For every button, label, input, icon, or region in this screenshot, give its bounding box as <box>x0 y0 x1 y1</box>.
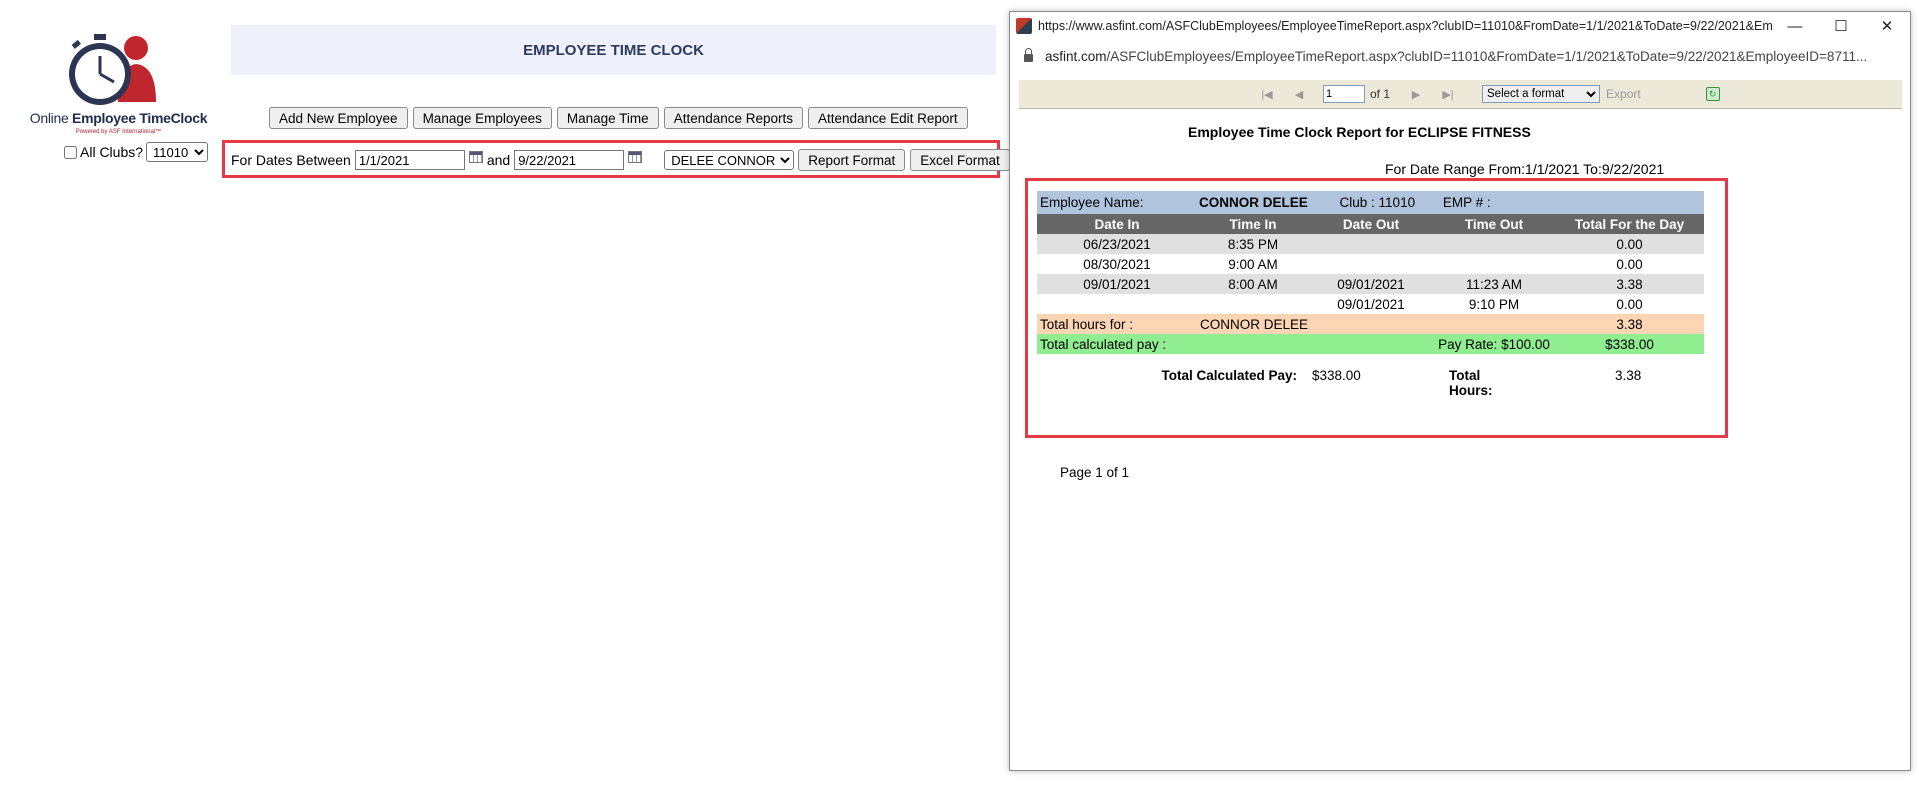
report-date-range: For Date Range From:1/1/2021 To:9/22/202… <box>1385 161 1665 177</box>
grand-hours-label: Total Hours: <box>1449 368 1493 398</box>
last-page-icon[interactable]: ▶| <box>1440 88 1456 101</box>
manage-time-button[interactable]: Manage Time <box>556 107 659 129</box>
col-time-in: Time In <box>1229 216 1277 232</box>
address-url: asfint.com/ASFClubEmployees/EmployeeTime… <box>1045 48 1868 64</box>
club-number: Club : 11010 <box>1339 195 1416 210</box>
logo-tagline: Powered by ASF International™ <box>75 129 162 135</box>
grand-pay-label: Total Calculated Pay: <box>1161 368 1297 383</box>
first-page-icon[interactable]: |◀ <box>1259 88 1275 101</box>
table-row: 09/01/2021 9:10 PM 0.00 <box>1037 294 1704 314</box>
employee-header-row: Employee Name: CONNOR DELEE Club : 11010… <box>1037 191 1704 214</box>
table-row: 06/23/2021 8:35 PM 0.00 <box>1037 234 1704 254</box>
table-header-row: Date In Time In Date Out Time Out Total … <box>1037 214 1704 234</box>
page-title: EMPLOYEE TIME CLOCK <box>231 25 996 75</box>
page-indicator: Page 1 of 1 <box>1060 465 1130 480</box>
table-row: 09/01/2021 8:00 AM 09/01/2021 11:23 AM 3… <box>1037 274 1704 294</box>
all-clubs-label: All Clubs? <box>80 144 144 160</box>
page-count: of 1 <box>1370 87 1391 101</box>
next-page-icon[interactable]: ▶ <box>1408 88 1424 101</box>
date-filter-row: For Dates Between and DELEE CONNOR Repor… <box>231 149 1010 171</box>
employee-name-label: Employee Name: <box>1040 195 1144 210</box>
calendar-icon[interactable] <box>468 151 483 163</box>
col-total-for-day: Total For the Day <box>1574 216 1685 232</box>
and-label: and <box>486 152 511 168</box>
table-row: 08/30/2021 9:00 AM 0.00 <box>1037 254 1704 274</box>
total-hours-row: Total hours for : CONNOR DELEE 3.38 <box>1037 314 1704 334</box>
to-date-input[interactable] <box>514 150 625 170</box>
employee-name: CONNOR DELEE <box>1199 195 1308 210</box>
popup-titlebar: https://www.asfint.com/ASFClubEmployees/… <box>1010 12 1910 40</box>
grand-pay-value: $338.00 <box>1312 368 1361 383</box>
col-date-in: Date In <box>1094 216 1140 232</box>
page-number-input[interactable] <box>1323 85 1365 103</box>
grand-hours-value: 3.38 <box>1615 368 1642 383</box>
total-hours-label: Total hours for : <box>1040 316 1134 332</box>
pay-rate: Pay Rate: $100.00 <box>1438 336 1550 352</box>
all-clubs-control: All Clubs? 11010 <box>64 142 209 162</box>
prev-page-icon[interactable]: ◀ <box>1291 88 1307 101</box>
employee-select[interactable]: DELEE CONNOR <box>664 150 795 170</box>
col-date-out: Date Out <box>1342 216 1400 232</box>
site-favicon-icon <box>1016 18 1032 34</box>
report-popup-window: https://www.asfint.com/ASFClubEmployees/… <box>1009 11 1911 771</box>
report-title: Employee Time Clock Report for ECLIPSE F… <box>1188 124 1531 140</box>
add-new-employee-button[interactable]: Add New Employee <box>269 107 408 129</box>
nav-button-bar: Add New Employee Manage Employees Manage… <box>269 107 968 129</box>
manage-employees-button[interactable]: Manage Employees <box>412 107 552 129</box>
close-button[interactable]: ✕ <box>1864 12 1910 40</box>
grand-total-row: Total Calculated Pay: $338.00 Total Hour… <box>1037 368 1704 398</box>
excel-format-button[interactable]: Excel Format <box>910 149 1010 171</box>
employee-number: EMP # : <box>1442 195 1491 210</box>
total-pay-value: $338.00 <box>1605 336 1654 352</box>
total-pay-row: Total calculated pay : Pay Rate: $100.00… <box>1037 334 1704 354</box>
logo-wordmark: Online Employee TimeClock <box>29 110 208 126</box>
total-hours-value: 3.38 <box>1616 316 1643 332</box>
total-hours-employee: CONNOR DELEE <box>1200 316 1309 332</box>
popup-title: https://www.asfint.com/ASFClubEmployees/… <box>1038 19 1772 33</box>
maximize-button[interactable]: ☐ <box>1818 12 1864 40</box>
club-select[interactable]: 11010 <box>146 142 209 162</box>
export-format-select[interactable]: Select a format <box>1482 85 1601 103</box>
address-bar[interactable]: asfint.com/ASFClubEmployees/EmployeeTime… <box>1010 42 1910 70</box>
all-clubs-checkbox[interactable] <box>64 145 77 159</box>
attendance-reports-button[interactable]: Attendance Reports <box>663 107 804 129</box>
col-time-out: Time Out <box>1464 216 1524 232</box>
stopwatch-person-icon <box>69 34 156 105</box>
minimize-button[interactable]: — <box>1772 12 1818 40</box>
refresh-icon[interactable]: ↻ <box>1705 87 1720 101</box>
from-date-input[interactable] <box>354 150 465 170</box>
lock-icon <box>1024 48 1033 62</box>
attendance-edit-report-button[interactable]: Attendance Edit Report <box>808 107 968 129</box>
time-report-table: Employee Name: CONNOR DELEE Club : 11010… <box>1037 191 1704 398</box>
app-logo: Online Employee TimeClock Powered by ASF… <box>26 30 211 140</box>
report-toolbar: |◀ ◀ of 1 ▶ ▶| Select a format Export ↻ <box>1019 80 1902 109</box>
report-format-button[interactable]: Report Format <box>798 149 906 171</box>
export-link[interactable]: Export <box>1606 87 1641 101</box>
dates-between-label: For Dates Between <box>231 152 351 168</box>
calendar-icon[interactable] <box>628 151 643 163</box>
total-pay-label: Total calculated pay : <box>1040 336 1167 352</box>
